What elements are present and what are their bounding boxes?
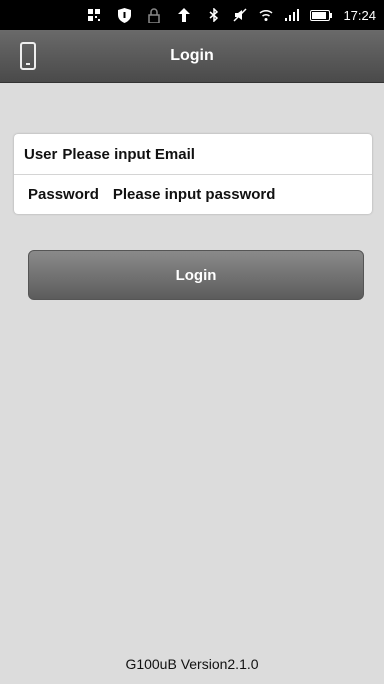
shield-icon [116,7,132,23]
status-time: 17:24 [343,7,376,23]
login-button-label: Login [175,266,217,284]
password-label: Password [28,185,99,203]
signal-icon [284,7,300,23]
page-title: Login [170,47,214,64]
version-footer: G100uB Version2.1.0 [125,656,259,672]
wifi-icon [258,7,274,23]
qr-icon [86,7,102,23]
password-field[interactable] [112,185,372,203]
login-button[interactable]: Login [28,250,364,300]
email-field[interactable] [62,145,372,163]
title-bar: Login [0,30,384,83]
lock-icon [146,7,162,23]
user-label: User [24,145,58,163]
mute-icon [232,7,248,23]
status-bar-notification-icons [86,7,192,23]
status-bar: 17:24 [0,0,384,30]
bluetooth-icon [206,7,222,23]
battery-icon [310,9,333,21]
user-row: User [14,134,372,175]
password-row: Password [14,174,372,214]
status-bar-system-icons: 17:24 [206,7,376,23]
upload-arrow-icon [176,7,192,23]
login-form: User Password [14,134,372,214]
